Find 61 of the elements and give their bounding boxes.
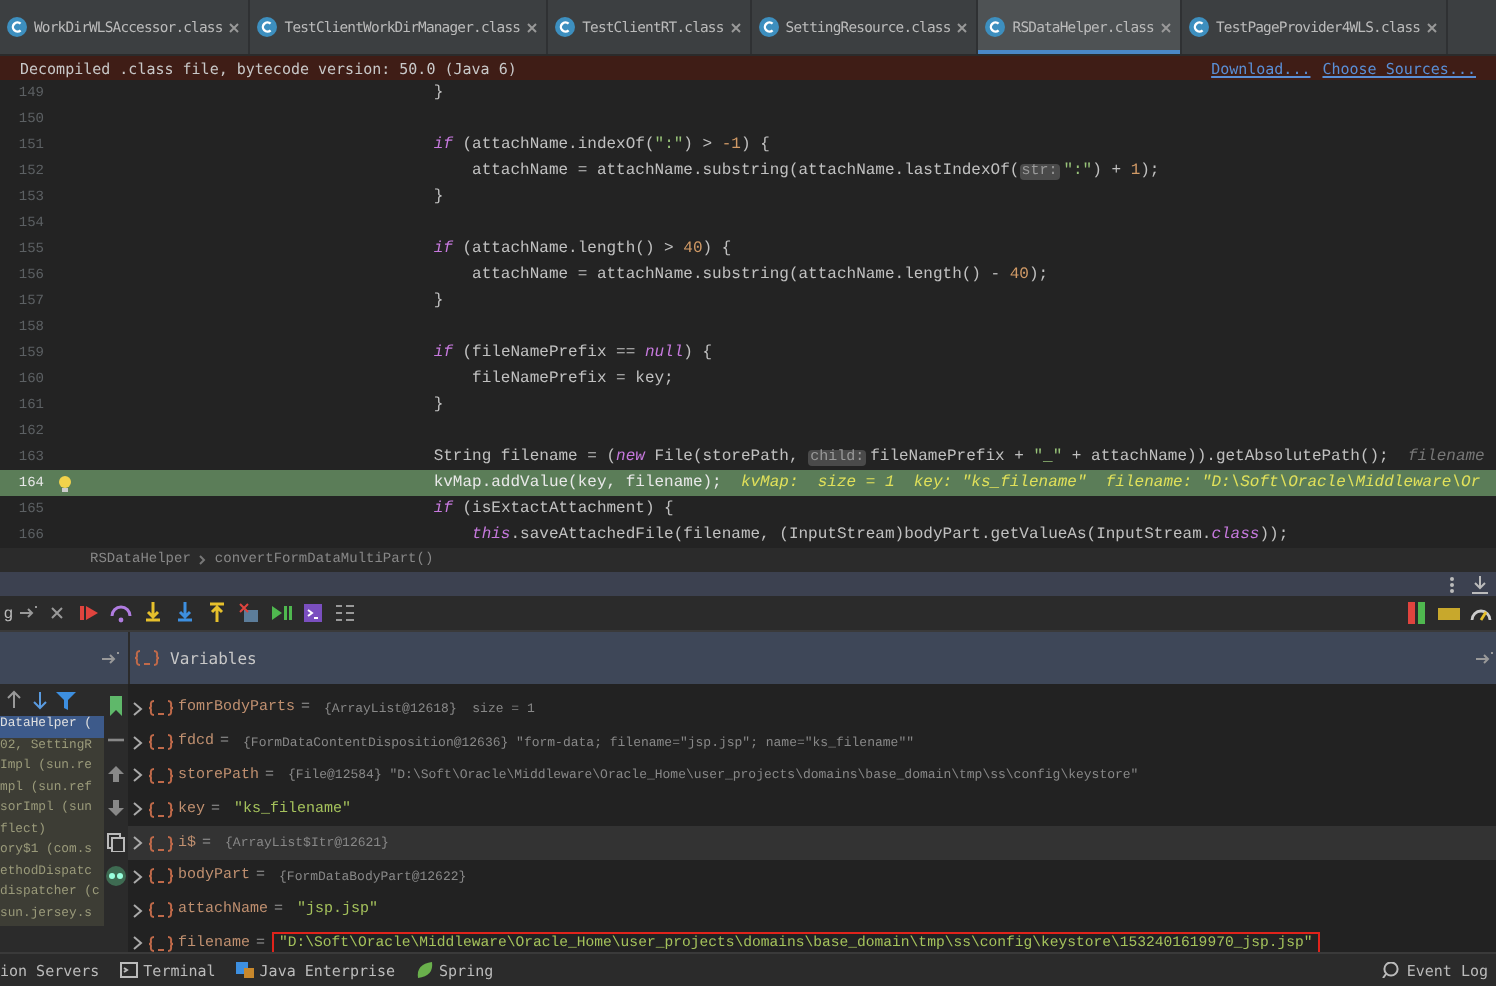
inline-debug-value: filename xyxy=(1407,448,1485,466)
code-text: fileNamePrefix = key; xyxy=(470,370,674,388)
code-text: } xyxy=(431,84,444,102)
close-icon[interactable] xyxy=(1159,21,1172,33)
filter-icon[interactable] xyxy=(56,690,76,710)
up-arrow-icon[interactable] xyxy=(4,690,24,710)
step-into-icon[interactable] xyxy=(142,602,165,624)
code-text: attachName = attachName.substring(attachName.length() - 40); xyxy=(470,266,1049,284)
rerun-icon[interactable] xyxy=(78,602,101,624)
panel-title: Variables xyxy=(170,649,257,667)
evaluate-icon[interactable] xyxy=(302,602,325,624)
force-step-into-icon[interactable] xyxy=(174,602,197,624)
step-out-icon[interactable] xyxy=(206,602,229,624)
up-arrow-icon[interactable] xyxy=(106,764,126,784)
code-text: if (attachName.length() > 40) { xyxy=(431,240,732,258)
chevron-icon xyxy=(198,554,207,566)
code-text: if (attachName.indexOf(":") > -1) { xyxy=(431,136,770,154)
variable-icon xyxy=(148,835,174,852)
close-icon[interactable] xyxy=(526,21,539,33)
memory-indicator-icon[interactable] xyxy=(1406,602,1428,624)
leaf-icon[interactable] xyxy=(415,962,434,978)
drop-frame-icon[interactable] xyxy=(238,602,261,624)
down-arrow-icon[interactable] xyxy=(30,690,50,710)
code-text: if (fileNamePrefix == null) { xyxy=(431,344,713,362)
class-file-icon xyxy=(6,16,28,38)
class-file-icon xyxy=(256,16,279,38)
squares-icon[interactable] xyxy=(235,962,254,978)
close-icon[interactable] xyxy=(1426,21,1439,33)
code-text: } xyxy=(431,396,444,414)
variable-icon xyxy=(148,868,174,885)
step-over-icon[interactable] xyxy=(110,602,133,624)
code-text: } xyxy=(431,188,444,206)
variable-icon xyxy=(148,935,174,952)
bookmark-icon[interactable] xyxy=(106,696,126,716)
glasses-icon[interactable] xyxy=(106,866,126,886)
lightbulb-icon[interactable] xyxy=(56,473,74,493)
inline-debug-value: kvMap: size = 1 key: "ks_filename" filename: "D:\Soft\Oracle\Middleware\Or xyxy=(740,474,1481,492)
variable-icon xyxy=(148,767,174,784)
code-text: } xyxy=(431,292,444,310)
code-text: this.saveAttachedFile(filename, (InputStream)bodyPart.getValueAs(InputStream.class)); xyxy=(470,526,1289,544)
close-icon[interactable] xyxy=(228,21,241,33)
more-icon[interactable] xyxy=(1444,575,1460,593)
close-icon[interactable] xyxy=(46,602,69,624)
code-text: if (isExtactAttachment) { xyxy=(431,500,674,518)
run-to-cursor-icon[interactable] xyxy=(270,602,293,624)
close-icon[interactable] xyxy=(729,21,742,33)
class-file-icon xyxy=(757,16,780,38)
down-arrow-icon[interactable] xyxy=(106,798,126,818)
debug-tab-label[interactable]: g xyxy=(4,604,13,622)
variable-icon xyxy=(148,700,174,717)
variable-icon xyxy=(148,734,174,751)
variable-icon xyxy=(148,801,174,818)
class-file-icon xyxy=(984,16,1007,38)
copy-icon[interactable] xyxy=(106,832,126,852)
close-icon[interactable] xyxy=(956,21,969,33)
code-text: kvMap.addValue(key, filename); kvMap: size = 1 key: "ks_filename" filename: "D:\Soft\Oracle\Middleware\Or xyxy=(431,474,1481,492)
class-file-icon xyxy=(554,16,577,38)
variables-icon xyxy=(134,650,160,666)
terminal-icon[interactable] xyxy=(119,962,138,978)
variable-icon xyxy=(148,902,174,919)
class-file-icon xyxy=(1187,16,1210,38)
